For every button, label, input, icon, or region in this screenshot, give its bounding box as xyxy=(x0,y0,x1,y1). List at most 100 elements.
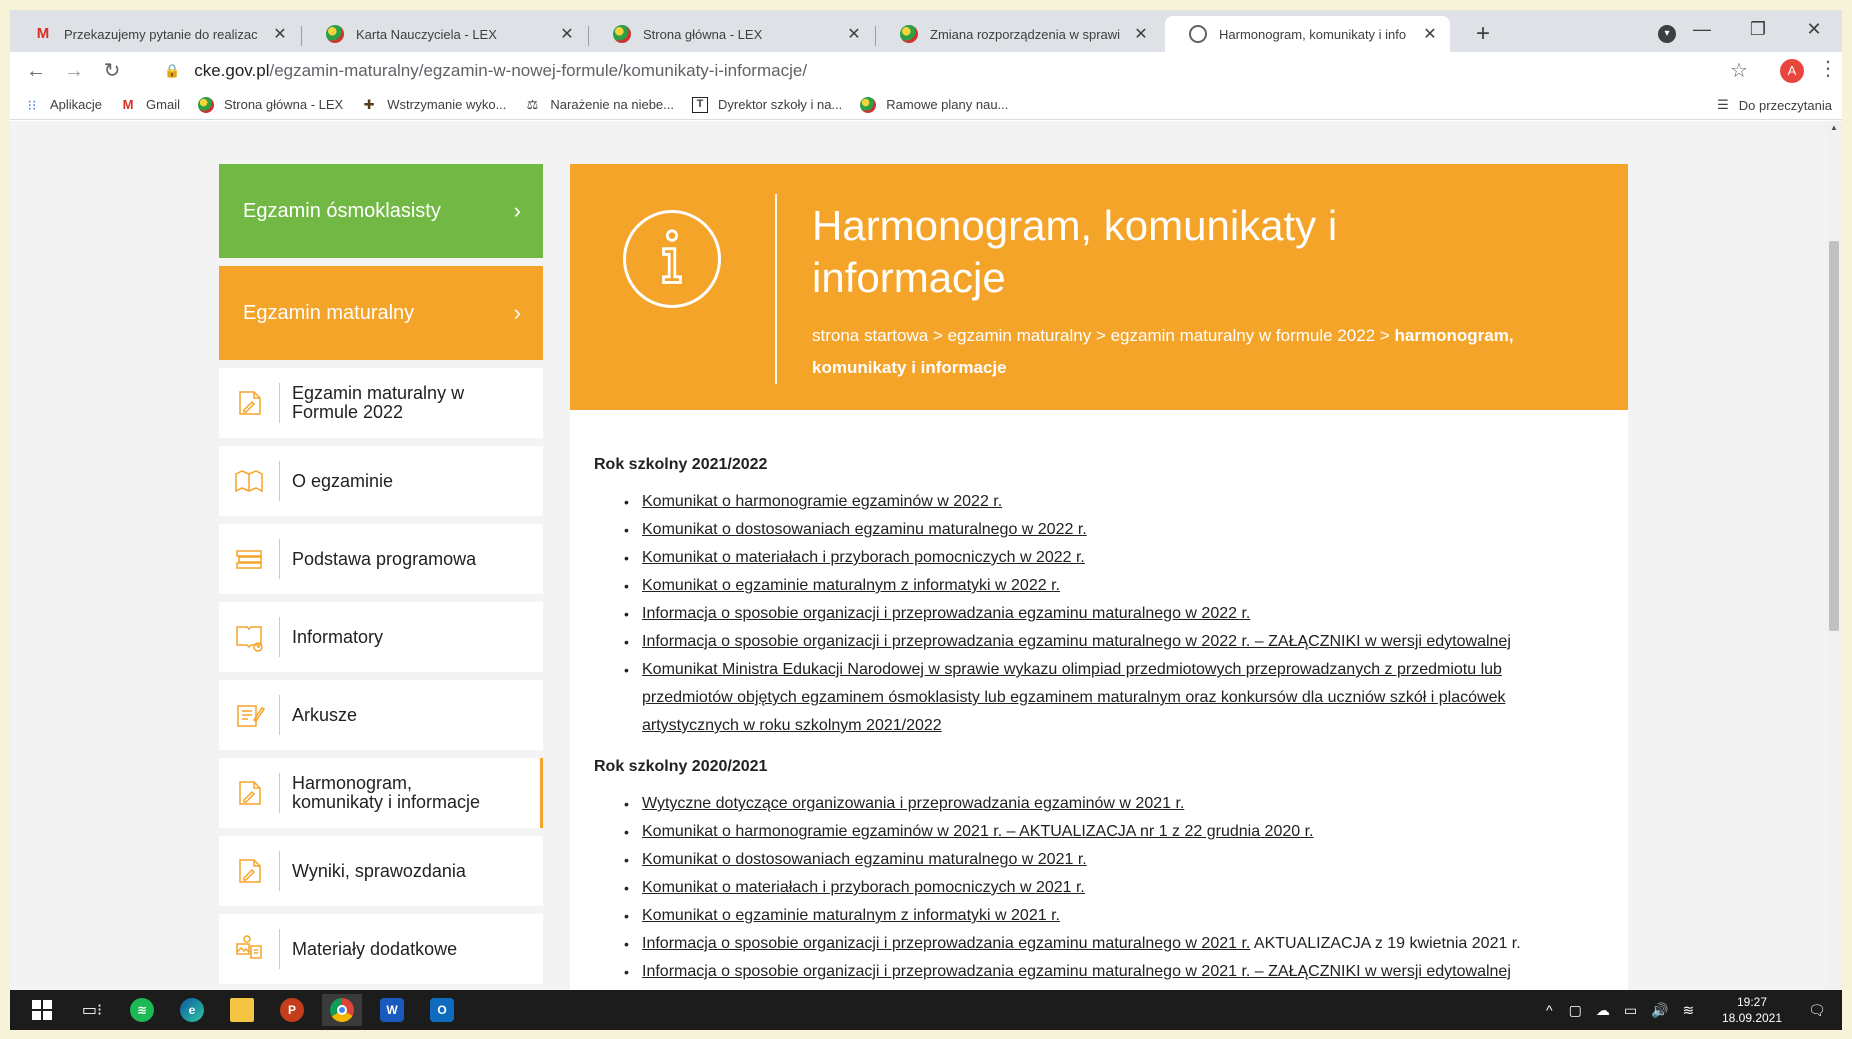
nav-label: Egzamin ósmoklasisty xyxy=(243,199,441,222)
tab-strip: M Przekazujemy pytanie do realizac ✕ Kar… xyxy=(10,10,1842,52)
document-link[interactable]: Informacja o sposobie organizacji i prze… xyxy=(642,963,1511,980)
web-page: Egzamin ósmoklasisty › Egzamin maturalny… xyxy=(10,121,1832,1000)
sidebar-item-o-egzaminie[interactable]: O egzaminie xyxy=(219,446,543,516)
sidebar-item-materialy-dodatkowe[interactable]: Materiały dodatkowe xyxy=(219,914,543,984)
gmail-icon: M xyxy=(122,96,134,112)
document-link[interactable]: Komunikat o harmonogramie egzaminów w 20… xyxy=(642,823,1313,840)
meet-now-icon[interactable]: ▢ xyxy=(1569,1002,1582,1019)
sidebar-item-harmonogram[interactable]: Harmonogram, komunikaty i informacje xyxy=(219,758,543,828)
article-body: Rok szkolny 2021/2022 Komunikat o harmon… xyxy=(594,456,1604,1000)
sidebar-item-formula-2022[interactable]: Egzamin maturalny w Formule 2022 xyxy=(219,368,543,438)
task-view-icon[interactable]: ▭⁝ xyxy=(72,994,112,1026)
document-link[interactable]: Wytyczne dotyczące organizowania i przep… xyxy=(642,795,1184,812)
forward-icon[interactable]: → xyxy=(60,58,88,84)
nav-egzamin-maturalny[interactable]: Egzamin maturalny › xyxy=(219,266,543,360)
notifications-icon[interactable]: 🗨 xyxy=(1808,990,1826,1030)
onedrive-icon[interactable]: ☁ xyxy=(1596,1002,1610,1019)
sidebar-item-informatory[interactable]: Informatory xyxy=(219,602,543,672)
tab-harmonogram[interactable]: Harmonogram, komunikaty i info ✕ xyxy=(1165,16,1450,52)
chrome-icon[interactable] xyxy=(322,994,362,1026)
document-link[interactable]: Informacja o sposobie organizacji i prze… xyxy=(642,633,1511,650)
scrollbar-thumb[interactable] xyxy=(1829,241,1839,631)
menu-kebab-icon[interactable]: ⋮ xyxy=(1818,56,1838,81)
lex-icon xyxy=(326,25,344,43)
spotify-icon[interactable]: ≋ xyxy=(122,994,162,1026)
breadcrumb-links[interactable]: strona startowa > egzamin maturalny > eg… xyxy=(812,326,1395,345)
system-clock[interactable]: 19:27 18.09.2021 xyxy=(1712,994,1792,1026)
bookmark-wstrzymanie[interactable]: ✚ Wstrzymanie wyko... xyxy=(361,97,507,113)
powerpoint-icon[interactable]: P xyxy=(272,994,312,1026)
lex-icon xyxy=(613,25,631,43)
url-host: cke.gov.pl xyxy=(194,61,270,80)
file-explorer-icon[interactable] xyxy=(222,994,262,1026)
document-link[interactable]: Komunikat o egzaminie maturalnym z infor… xyxy=(642,907,1060,924)
chevron-up-icon[interactable]: ^ xyxy=(1546,1002,1553,1018)
bookmark-gmail[interactable]: M Gmail xyxy=(120,97,180,113)
close-icon[interactable]: ✕ xyxy=(557,24,577,44)
list-item: Komunikat o dostosowaniach egzaminu matu… xyxy=(618,516,1604,544)
tab-karta-nauczyciela[interactable]: Karta Nauczyciela - LEX ✕ xyxy=(302,16,587,52)
document-link[interactable]: Komunikat o materiałach i przyborach pom… xyxy=(642,549,1085,566)
apps-grid-icon: ⁝⁝ xyxy=(27,96,37,113)
sidebar-item-wyniki[interactable]: Wyniki, sprawozdania xyxy=(219,836,543,906)
reload-icon[interactable]: ↻ xyxy=(98,58,126,84)
reading-list[interactable]: ☰ Do przeczytania xyxy=(1717,90,1832,120)
list-item: Wytyczne dotyczące organizowania i przep… xyxy=(618,790,1604,818)
bookmark-label: Strona główna - LEX xyxy=(223,97,344,112)
bookmark-lex[interactable]: Strona główna - LEX xyxy=(197,96,344,113)
document-link[interactable]: Komunikat o egzaminie maturalnym z infor… xyxy=(642,577,1060,594)
bookmark-ramowe-plany[interactable]: Ramowe plany nau... xyxy=(860,96,1008,113)
back-icon[interactable]: ← xyxy=(22,58,50,84)
window-close-icon[interactable]: ✕ xyxy=(1786,16,1842,42)
document-link[interactable]: Komunikat o dostosowaniach egzaminu matu… xyxy=(642,851,1087,868)
avatar[interactable]: A xyxy=(1780,59,1804,83)
tab-strona-glowna[interactable]: Strona główna - LEX ✕ xyxy=(589,16,874,52)
chevron-right-icon: › xyxy=(513,198,521,223)
tab-gmail[interactable]: M Przekazujemy pytanie do realizac ✕ xyxy=(10,16,300,52)
minimize-icon[interactable]: — xyxy=(1674,16,1730,42)
list-item: Komunikat o materiałach i przyborach pom… xyxy=(618,544,1604,572)
restore-icon[interactable]: ❐ xyxy=(1730,16,1786,42)
sidebar-item-arkusze[interactable]: Arkusze xyxy=(219,680,543,750)
volume-icon[interactable]: 🔊 xyxy=(1651,1002,1668,1019)
bookmark-dyrektor[interactable]: T Dyrektor szkoły i na... xyxy=(692,96,842,113)
sidebar-item-label: Wyniki, sprawozdania xyxy=(292,860,466,881)
close-icon[interactable]: ✕ xyxy=(1420,24,1440,44)
bookmark-apps[interactable]: ⁝⁝ Aplikacje xyxy=(24,97,102,113)
page-scrollbar[interactable]: ▲ ▼ xyxy=(1826,121,1842,1000)
document-link[interactable]: Komunikat Ministra Edukacji Narodowej w … xyxy=(642,661,1505,734)
document-link[interactable]: Komunikat o dostosowaniach egzaminu matu… xyxy=(642,521,1087,538)
bookmark-star-icon[interactable]: ☆ xyxy=(1730,58,1748,83)
close-icon[interactable]: ✕ xyxy=(270,24,290,44)
word-icon[interactable]: W xyxy=(372,994,412,1026)
document-link[interactable]: Komunikat o materiałach i przyborach pom… xyxy=(642,879,1085,896)
tab-title: Karta Nauczyciela - LEX xyxy=(356,26,497,42)
windows-start-icon[interactable] xyxy=(22,994,62,1026)
outlook-icon[interactable]: O xyxy=(422,994,462,1026)
sidebar-item-label: Materiały dodatkowe xyxy=(292,938,458,959)
close-icon[interactable]: ✕ xyxy=(1131,24,1151,44)
document-link[interactable]: Informacja o sposobie organizacji i prze… xyxy=(642,605,1250,622)
new-tab-button[interactable]: + xyxy=(1476,22,1490,46)
wifi-icon[interactable]: ≋ xyxy=(1682,1002,1694,1019)
list-item: Komunikat o harmonogramie egzaminów w 20… xyxy=(618,488,1604,516)
document-link[interactable]: Komunikat o harmonogramie egzaminów w 20… xyxy=(642,493,1002,510)
tab-title: Strona główna - LEX xyxy=(643,26,763,42)
close-icon[interactable]: ✕ xyxy=(844,24,864,44)
document-edit-icon xyxy=(219,836,279,906)
scroll-up-icon[interactable]: ▲ xyxy=(1826,123,1842,132)
update-note: AKTUALIZACJA z 19 kwietnia 2021 r. xyxy=(1250,935,1521,952)
sidebar-item-label: O egzaminie xyxy=(292,470,394,491)
sidebar-item-podstawa-programowa[interactable]: Podstawa programowa xyxy=(219,524,543,594)
lex-icon xyxy=(197,96,214,113)
document-link[interactable]: Informacja o sposobie organizacji i prze… xyxy=(642,935,1250,952)
tab-zmiana-rozporzadzenia[interactable]: Zmiana rozporządzenia w sprawi ✕ xyxy=(876,16,1161,52)
battery-icon[interactable]: ▭ xyxy=(1624,1002,1637,1019)
address-bar[interactable]: 🔒 cke.gov.pl/egzamin-maturalny/egzamin-w… xyxy=(146,54,1806,88)
list-item: Informacja o sposobie organizacji i prze… xyxy=(618,930,1604,958)
edge-icon[interactable]: e xyxy=(172,994,212,1026)
globe-icon xyxy=(1189,25,1207,43)
nav-egzamin-osmoklasisty[interactable]: Egzamin ósmoklasisty › xyxy=(219,164,543,258)
list-item: Komunikat o egzaminie maturalnym z infor… xyxy=(618,902,1604,930)
bookmark-narazenie[interactable]: ⚖ Narażenie na niebe... xyxy=(524,97,674,113)
